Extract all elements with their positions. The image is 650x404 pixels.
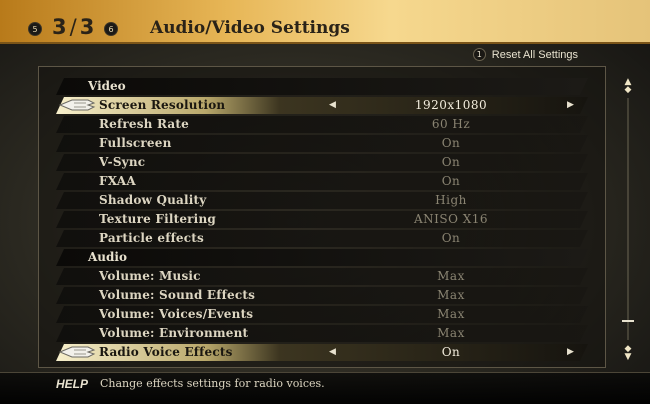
section-title: Audio [88, 250, 127, 264]
scroll-thumb[interactable] [622, 320, 634, 322]
setting-row-volume-sound-effects[interactable]: Volume: Sound Effects Max [56, 287, 588, 304]
help-text: Change effects settings for radio voices… [100, 377, 325, 390]
screen-title: Audio/Video Settings [150, 18, 350, 38]
right-arrow-icon[interactable]: ▶ [567, 344, 574, 361]
setting-row-texture-filtering[interactable]: Texture Filtering ANISO X16 [56, 211, 588, 228]
reset-all-settings-label: Reset All Settings [491, 48, 578, 61]
right-arrow-icon[interactable]: ▶ [567, 97, 574, 114]
page-current: 3 [52, 15, 68, 39]
setting-value: 1920x1080 [414, 98, 488, 112]
left-arrow-icon[interactable]: ◀ [329, 344, 336, 361]
setting-value: ANISO X16 [413, 212, 489, 226]
setting-row-fullscreen[interactable]: Fullscreen On [56, 135, 588, 152]
page-total: 3 [79, 15, 96, 39]
scroll-up-icon[interactable]: ▲ ◆ [621, 78, 635, 95]
setting-value: Max [437, 326, 465, 340]
setting-row-shadow-quality[interactable]: Shadow Quality High [56, 192, 588, 209]
setting-row-particle-effects[interactable]: Particle effects On [56, 230, 588, 247]
setting-row-volume-music[interactable]: Volume: Music Max [56, 268, 588, 285]
setting-row-volume-voices-events[interactable]: Volume: Voices/Events Max [56, 306, 588, 323]
setting-row-refresh-rate[interactable]: Refresh Rate 60 Hz [56, 116, 588, 133]
page-separator: / [69, 15, 78, 39]
left-arrow-icon[interactable]: ◀ [329, 97, 336, 114]
button-1-icon: 1 [472, 48, 486, 61]
setting-value: Max [437, 307, 465, 321]
section-title: Video [88, 79, 126, 93]
next-page-button[interactable]: 6 [104, 22, 118, 36]
setting-row-radio-voice-effects[interactable]: Radio Voice Effects ◀ On ▶ [56, 344, 588, 361]
page-indicator: 3/3 [52, 15, 95, 39]
setting-value: Max [437, 269, 465, 283]
setting-label: Volume: Environment [99, 326, 249, 340]
setting-label: Texture Filtering [99, 212, 216, 226]
setting-label: Volume: Voices/Events [99, 307, 254, 321]
reset-all-settings-button[interactable]: 1 Reset All Settings [472, 48, 578, 61]
setting-label: Screen Resolution [99, 98, 226, 112]
setting-label: Fullscreen [99, 136, 172, 150]
scroll-track[interactable] [627, 98, 629, 340]
setting-label: Refresh Rate [99, 117, 189, 131]
setting-value: Max [437, 288, 465, 302]
setting-value: 60 Hz [431, 117, 471, 131]
prev-page-button[interactable]: 5 [28, 22, 42, 36]
setting-row-volume-environment[interactable]: Volume: Environment Max [56, 325, 588, 342]
setting-row-vsync[interactable]: V-Sync On [56, 154, 588, 171]
section-header-video: Video [56, 78, 588, 95]
setting-value: On [441, 155, 461, 169]
setting-value: On [441, 136, 461, 150]
section-header-audio: Audio [56, 249, 588, 266]
hand-cursor-icon [58, 99, 96, 111]
setting-row-fxaa[interactable]: FXAA On [56, 173, 588, 190]
help-bar [0, 372, 650, 404]
scroll-down-icon[interactable]: ◆ ▼ [621, 345, 635, 362]
setting-label: Volume: Music [99, 269, 201, 283]
setting-label: Radio Voice Effects [99, 345, 233, 359]
setting-value: On [441, 174, 461, 188]
setting-label: Shadow Quality [99, 193, 207, 207]
hand-cursor-icon [58, 346, 96, 358]
help-tag: HELP [56, 377, 89, 391]
setting-row-screen-resolution[interactable]: Screen Resolution ◀ 1920x1080 ▶ [56, 97, 588, 114]
setting-value: On [441, 231, 461, 245]
setting-label: V-Sync [99, 155, 146, 169]
setting-label: Particle effects [99, 231, 204, 245]
setting-value: High [435, 193, 467, 207]
setting-value: On [441, 345, 461, 359]
setting-label: Volume: Sound Effects [99, 288, 256, 302]
setting-label: FXAA [99, 174, 136, 188]
